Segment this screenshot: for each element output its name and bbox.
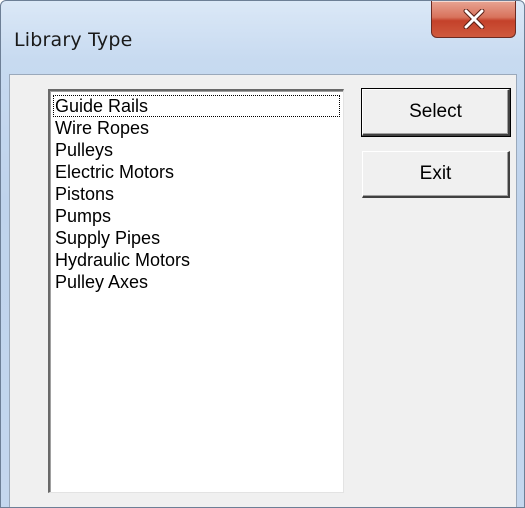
list-item-electric-motors[interactable]: Electric Motors bbox=[53, 161, 340, 183]
list-item-supply-pipes[interactable]: Supply Pipes bbox=[53, 227, 340, 249]
list-item-pulleys[interactable]: Pulleys bbox=[53, 139, 340, 161]
list-item-wire-ropes[interactable]: Wire Ropes bbox=[53, 117, 340, 139]
select-button[interactable]: Select bbox=[362, 89, 510, 136]
list-item-hydraulic-motors[interactable]: Hydraulic Motors bbox=[53, 249, 340, 271]
library-type-listbox[interactable]: Guide Rails Wire Ropes Pulleys Electric … bbox=[48, 89, 344, 493]
window-title: Library Type bbox=[14, 29, 133, 51]
list-item-pumps[interactable]: Pumps bbox=[53, 205, 340, 227]
title-bar[interactable]: Library Type bbox=[1, 1, 524, 81]
list-item-guide-rails[interactable]: Guide Rails bbox=[53, 95, 340, 117]
close-button[interactable] bbox=[431, 1, 516, 38]
dialog-client-area: Guide Rails Wire Ropes Pulleys Electric … bbox=[9, 74, 517, 507]
list-item-pistons[interactable]: Pistons bbox=[53, 183, 340, 205]
list-item-pulley-axes[interactable]: Pulley Axes bbox=[53, 271, 340, 293]
exit-button[interactable]: Exit bbox=[362, 151, 510, 198]
close-icon bbox=[463, 9, 485, 29]
library-type-dialog: Library Type Guide Rails Wire Ropes Pull… bbox=[0, 0, 525, 508]
